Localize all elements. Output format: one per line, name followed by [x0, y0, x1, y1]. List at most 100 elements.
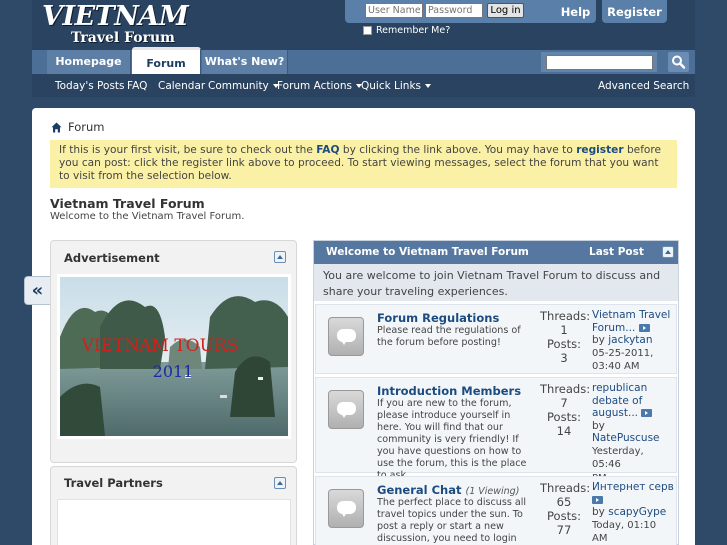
- search-box: [541, 52, 657, 72]
- subnav-community[interactable]: Community: [208, 80, 279, 92]
- posts-label: Posts:: [547, 410, 581, 424]
- tab-homepage[interactable]: Homepage: [47, 50, 131, 74]
- last-post-by: by: [592, 506, 605, 518]
- forum-list-title[interactable]: Welcome to Vietnam Travel Forum: [326, 246, 529, 258]
- threads-count: 65: [556, 495, 572, 509]
- forum-title[interactable]: General Chat (1 Viewing): [377, 483, 519, 497]
- posts-label: Posts:: [547, 509, 581, 523]
- breadcrumb-current[interactable]: Forum: [68, 120, 104, 134]
- tab-whats-new[interactable]: What's New?: [202, 50, 288, 74]
- ad-text-line1: VIETNAM TOURS: [81, 336, 239, 356]
- remember-checkbox[interactable]: [363, 26, 372, 35]
- forum-title-text[interactable]: Forum Regulations: [377, 311, 499, 325]
- last-post-date: Today, 01:10 AM: [592, 519, 657, 545]
- last-post-user[interactable]: NatePuscuse: [592, 432, 660, 444]
- last-post-user[interactable]: jackytan: [608, 334, 652, 346]
- advertisement-heading: Advertisement: [64, 251, 160, 265]
- threads-label: Threads:: [540, 382, 591, 396]
- last-post-time: 03:40 AM: [592, 361, 640, 372]
- forum-stats: Threads: 1 Posts: 3: [540, 309, 591, 365]
- speech-bubble-icon: [337, 501, 356, 517]
- subnav-calendar[interactable]: Calendar: [158, 80, 205, 92]
- forum-stats: Threads: 65 Posts: 77: [540, 481, 591, 537]
- subnav-label: FAQ: [127, 80, 148, 92]
- posts-count: 77: [556, 523, 572, 537]
- forum-description: If you are new to the forum, please intr…: [377, 398, 527, 481]
- collapse-icon[interactable]: [274, 477, 286, 489]
- forum-status-icon: [328, 317, 364, 356]
- go-to-post-icon[interactable]: [592, 495, 603, 504]
- forum-title-text[interactable]: Introduction Members: [377, 384, 521, 398]
- faq-link[interactable]: FAQ: [316, 144, 339, 156]
- breadcrumb: Forum: [51, 120, 104, 134]
- threads-count: 7: [560, 396, 568, 410]
- username-input[interactable]: [365, 3, 423, 18]
- help-button[interactable]: Help: [555, 0, 596, 23]
- notice-text: If this is your first visit, be sure to …: [59, 144, 317, 156]
- last-post-heading: Last Post: [589, 246, 644, 258]
- advanced-search-link[interactable]: Advanced Search: [598, 80, 689, 92]
- posts-label: Posts:: [547, 337, 581, 351]
- threads-label: Threads:: [540, 481, 591, 495]
- last-post-title[interactable]: republican debate of august...: [592, 382, 647, 419]
- subnav-forum-actions[interactable]: Forum Actions: [277, 80, 362, 92]
- logo-line1: VIETNAM: [42, 1, 189, 32]
- viewing-count: (1 Viewing): [465, 486, 520, 497]
- register-button[interactable]: Register: [602, 0, 667, 23]
- subnav-faq[interactable]: FAQ: [127, 80, 147, 92]
- double-chevron-left-icon: «: [31, 280, 44, 301]
- search-icon: [672, 55, 686, 69]
- last-post-title[interactable]: Интернет серв: [592, 481, 674, 493]
- forum-status-icon: [328, 489, 364, 528]
- last-post-title[interactable]: Vietnam Travel Forum...: [592, 309, 670, 334]
- search-button[interactable]: [668, 52, 689, 72]
- subnav-label: Calendar: [158, 80, 206, 92]
- last-post: Интернет серв by scapyGype Today, 01:10 …: [592, 481, 674, 545]
- subnav-label: Community: [208, 80, 269, 92]
- sidebar-collapse-button[interactable]: «: [24, 276, 50, 305]
- remember-me[interactable]: Remember Me?: [363, 25, 450, 36]
- subnav-label: Forum Actions: [277, 80, 352, 92]
- logo-line2: Travel Forum: [71, 30, 175, 46]
- login-button[interactable]: Log in: [487, 3, 524, 18]
- advertisement-image[interactable]: VIETNAM TOURS 2011: [57, 274, 291, 439]
- forum-title[interactable]: Forum Regulations: [377, 311, 499, 325]
- register-link[interactable]: register: [576, 144, 623, 156]
- halong-bay-image: VIETNAM TOURS 2011: [60, 277, 288, 436]
- site-logo[interactable]: VIETNAM Travel Forum: [42, 1, 189, 46]
- chevron-down-icon: [425, 84, 432, 88]
- forum-row: Forum Regulations Please read the regula…: [315, 304, 677, 374]
- search-input[interactable]: [546, 55, 653, 70]
- tab-forum[interactable]: Forum: [132, 47, 201, 74]
- forum-title-text[interactable]: General Chat: [377, 483, 462, 497]
- nav-tabs: Homepage Forum What's New?: [32, 47, 695, 74]
- go-to-post-icon[interactable]: [641, 409, 653, 417]
- threads-label: Threads:: [540, 309, 591, 323]
- subnav-label: Today's Posts: [55, 80, 125, 92]
- posts-count: 3: [560, 351, 568, 365]
- posts-count: 14: [556, 424, 572, 438]
- travel-partners-heading: Travel Partners: [64, 476, 163, 490]
- speech-bubble-icon: [337, 402, 356, 418]
- last-post: Vietnam Travel Forum... by jackytan 05-2…: [592, 309, 674, 374]
- login-box: Log in: [345, 0, 577, 23]
- collapse-icon[interactable]: [662, 246, 674, 258]
- forum-list-description: You are welcome to join Vietnam Travel F…: [314, 264, 678, 301]
- password-input[interactable]: [425, 3, 483, 18]
- go-to-post-icon[interactable]: [638, 323, 650, 332]
- subnav-todays-posts[interactable]: Today's Posts: [55, 80, 125, 92]
- forum-title[interactable]: Introduction Members: [377, 384, 521, 398]
- last-post-user[interactable]: scapyGype: [608, 506, 666, 518]
- travel-partners-block: Travel Partners: [50, 466, 297, 545]
- partners-content: [57, 499, 291, 545]
- ad-text-line2: 2011: [153, 362, 194, 381]
- last-post: republican debate of august... by NatePu…: [592, 382, 674, 485]
- subnav-quick-links[interactable]: Quick Links: [361, 80, 432, 92]
- collapse-icon[interactable]: [274, 251, 286, 263]
- forum-description: Please read the regulations of the forum…: [377, 325, 521, 348]
- forum-list: Welcome to Vietnam Travel Forum Last Pos…: [313, 240, 679, 545]
- welcome-notice: If this is your first visit, be sure to …: [50, 140, 677, 188]
- home-icon[interactable]: [51, 122, 62, 133]
- notice-text: by clicking the link above. You may have…: [339, 144, 577, 156]
- last-post-date: 05-25-2011,: [592, 347, 654, 359]
